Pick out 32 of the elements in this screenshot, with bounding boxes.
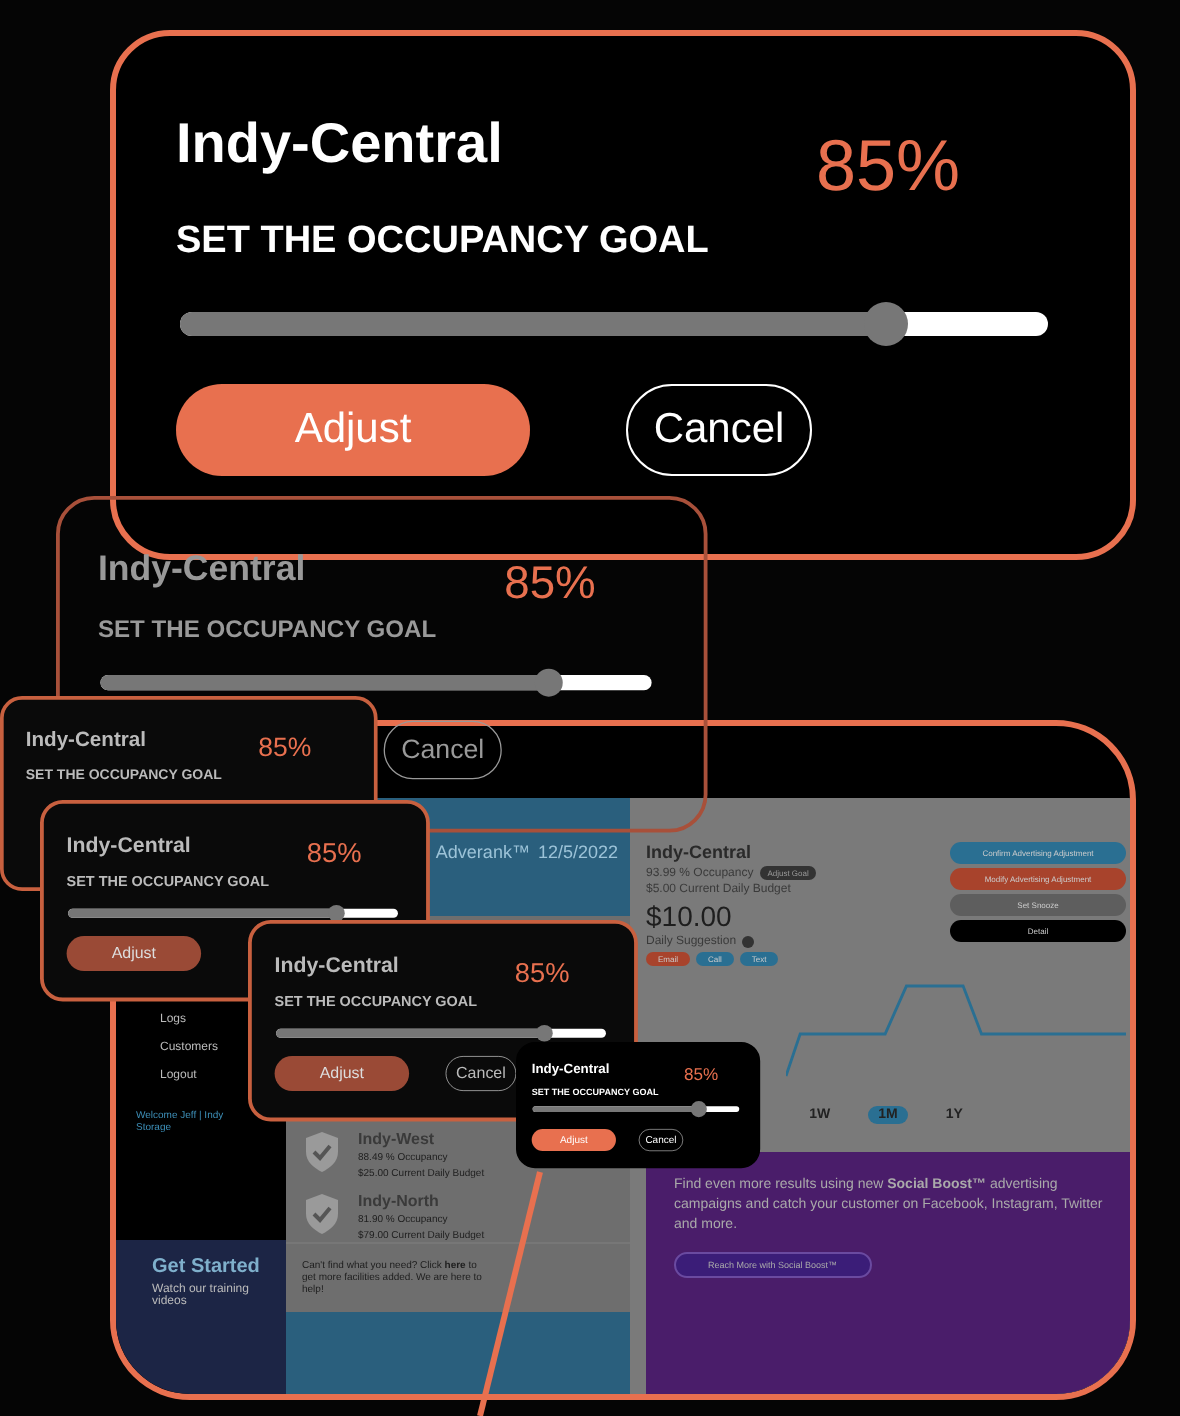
shield-check-icon[interactable]	[302, 1192, 342, 1236]
slider-thumb[interactable]	[536, 1024, 553, 1042]
goal-slider[interactable]	[276, 1024, 606, 1042]
goal-percent: 85%	[504, 555, 596, 610]
shield-check-icon[interactable]	[302, 1130, 342, 1174]
cancel-button[interactable]: Cancel	[383, 720, 502, 780]
goal-percent: 85%	[815, 124, 960, 208]
dialog-heading: SET THE OCCUPANCY GOAL	[176, 220, 711, 264]
suggested-amount: $10.00	[646, 900, 734, 932]
goal-percent: 85%	[514, 957, 570, 990]
goal-percent: 85%	[258, 732, 312, 763]
slider-thumb[interactable]	[534, 668, 563, 697]
facility-name: Indy-Central	[646, 842, 754, 862]
dialog-title: Indy-Central	[25, 727, 146, 752]
dialog-heading: SET THE OCCUPANCY GOAL	[97, 616, 439, 645]
goal-percent: 85%	[684, 1064, 719, 1085]
header-date: 12/5/2022	[537, 842, 618, 866]
get-started-title: Get Started	[152, 1256, 262, 1278]
goal-slider[interactable]	[180, 302, 1048, 346]
adjust-button[interactable]: Adjust	[176, 384, 530, 476]
brand-name: Adverank™	[435, 842, 530, 866]
dialog-title: Indy-Central	[66, 832, 191, 857]
slider-thumb[interactable]	[690, 1101, 707, 1118]
goal-slider[interactable]	[100, 668, 652, 697]
dialog-title: Indy-Central	[176, 112, 503, 176]
goal-percent: 85%	[306, 837, 362, 870]
goal-slider[interactable]	[68, 904, 398, 922]
dialog-title: Indy-Central	[274, 952, 399, 977]
info-icon[interactable]	[742, 936, 755, 948]
dialog-title: Indy-Central	[97, 548, 306, 589]
slider-thumb[interactable]	[863, 302, 908, 346]
cancel-button[interactable]: Cancel	[626, 384, 812, 476]
